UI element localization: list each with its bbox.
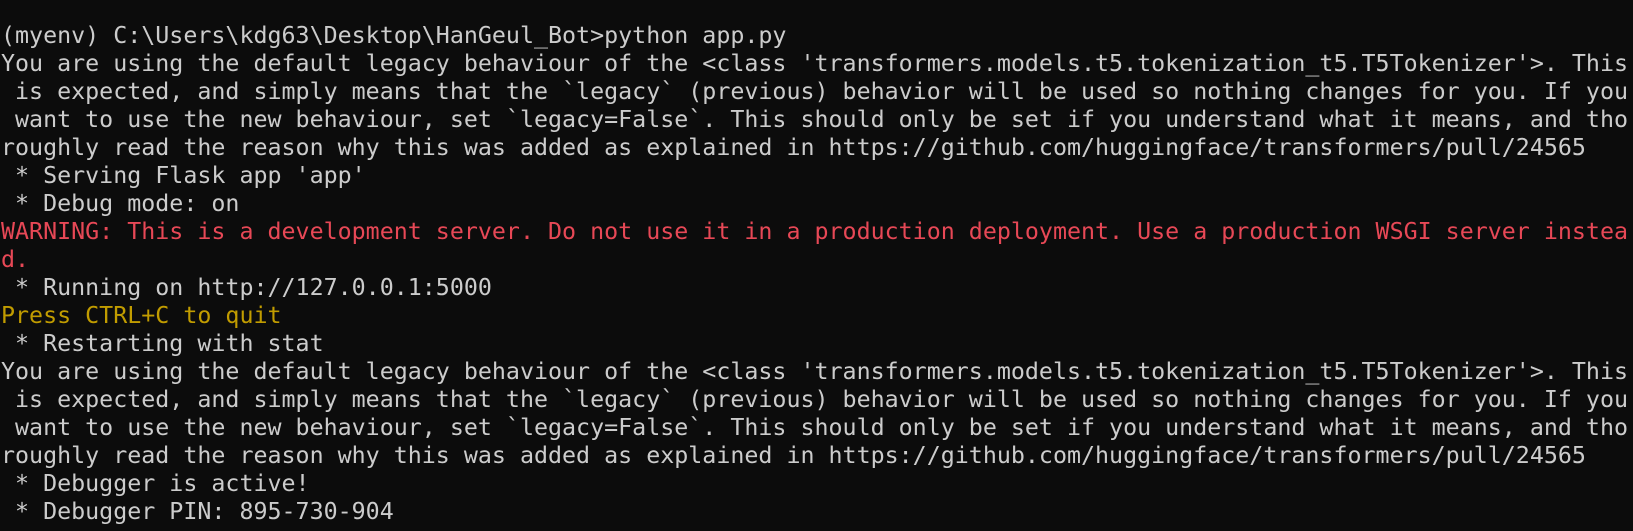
terminal-line: want to use the new behaviour, set `lega… [1, 414, 1629, 441]
terminal-line: roughly read the reason why this was add… [1, 134, 1586, 161]
terminal-line-quit-hint: Press CTRL+C to quit [1, 302, 282, 329]
terminal-line-warning: WARNING: This is a development server. D… [1, 218, 1629, 245]
terminal-line: roughly read the reason why this was add… [1, 442, 1586, 469]
terminal-line: * Debugger PIN: 895-730-904 [1, 498, 394, 525]
terminal-line-command: (myenv) C:\Users\kdg63\Desktop\HanGeul_B… [1, 22, 787, 49]
terminal-line: You are using the default legacy behavio… [1, 50, 1629, 77]
terminal-line: * Debug mode: on [1, 190, 240, 217]
terminal-line: is expected, and simply means that the `… [1, 78, 1629, 105]
terminal-line: * Restarting with stat [1, 330, 324, 357]
terminal-line: is expected, and simply means that the `… [1, 386, 1629, 413]
terminal-line: You are using the default legacy behavio… [1, 358, 1629, 385]
terminal-line-warning: d. [1, 246, 30, 273]
terminal-line: * Serving Flask app 'app' [1, 162, 366, 189]
terminal-line: * Running on http://127.0.0.1:5000 [1, 274, 492, 301]
terminal-window[interactable]: (myenv) C:\Users\kdg63\Desktop\HanGeul_B… [0, 0, 1633, 531]
terminal-output: (myenv) C:\Users\kdg63\Desktop\HanGeul_B… [1, 22, 1633, 526]
terminal-line: * Debugger is active! [1, 470, 310, 497]
terminal-line: want to use the new behaviour, set `lega… [1, 106, 1629, 133]
